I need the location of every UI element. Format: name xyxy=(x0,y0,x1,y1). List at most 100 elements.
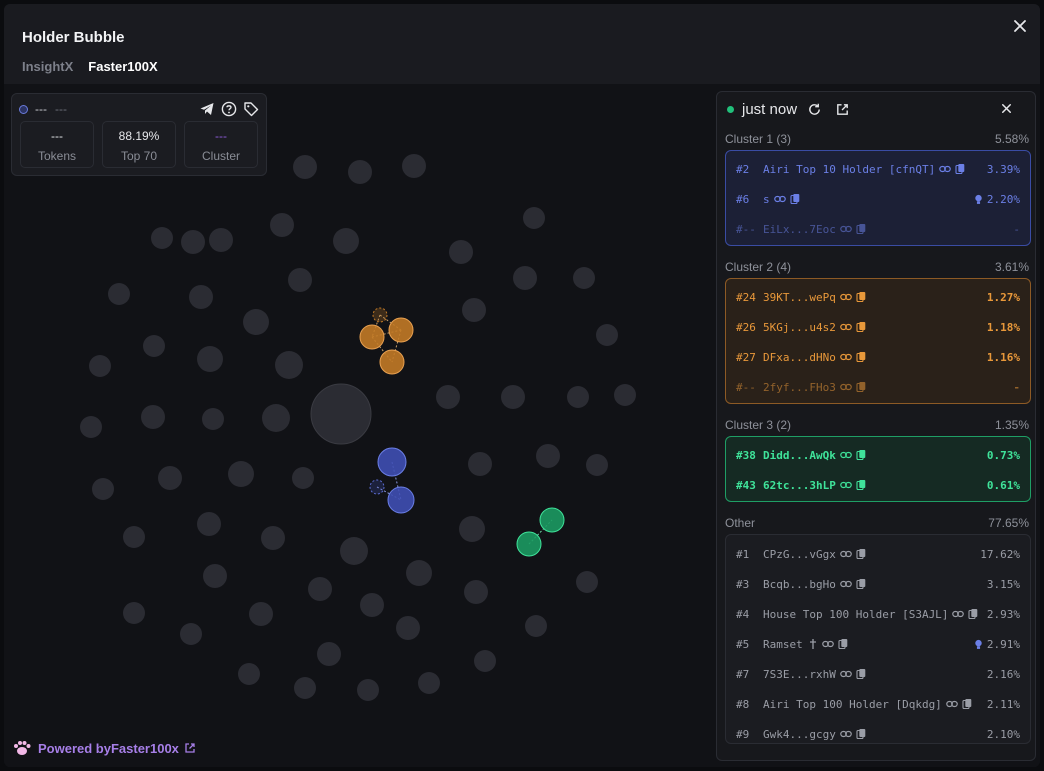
copy-icon[interactable] xyxy=(855,321,867,333)
holder-bubble[interactable] xyxy=(294,677,316,699)
link-icon[interactable] xyxy=(939,163,951,175)
tag-icon[interactable] xyxy=(243,101,259,117)
holder-bubble[interactable] xyxy=(270,213,294,237)
holder-bubble[interactable] xyxy=(288,268,312,292)
copy-icon[interactable] xyxy=(954,163,966,175)
holder-bubble[interactable] xyxy=(513,266,537,290)
cluster2-bubble[interactable] xyxy=(372,307,388,323)
holder-bubble[interactable] xyxy=(92,478,114,500)
close-icon[interactable] xyxy=(1010,16,1030,36)
holder-bubble[interactable] xyxy=(143,335,165,357)
tab-faster100x[interactable]: Faster100X xyxy=(88,59,157,74)
copy-icon[interactable] xyxy=(855,479,867,491)
help-icon[interactable] xyxy=(221,101,237,117)
holder-bubble[interactable] xyxy=(209,228,233,252)
open-external-icon[interactable] xyxy=(835,102,850,117)
holder-bubble[interactable] xyxy=(89,355,111,377)
cluster2-bubble[interactable] xyxy=(359,324,385,350)
holder-row[interactable]: #1 CPzG...vGgx 17.62% xyxy=(726,539,1030,569)
holder-row[interactable]: #3 Bcqb...bgHo 3.15% xyxy=(726,569,1030,599)
link-icon[interactable] xyxy=(821,638,834,650)
link-icon[interactable] xyxy=(840,728,852,740)
cluster1-bubble[interactable] xyxy=(387,486,415,514)
holder-bubble[interactable] xyxy=(459,516,485,542)
link-icon[interactable] xyxy=(840,351,852,363)
holder-bubble[interactable] xyxy=(181,230,205,254)
cluster3-bubble[interactable] xyxy=(516,531,542,557)
holder-bubble[interactable] xyxy=(123,526,145,548)
holder-bubble[interactable] xyxy=(501,385,525,409)
holder-row[interactable]: #9 Gwk4...gcgy 2.10% xyxy=(726,719,1030,749)
link-icon[interactable] xyxy=(840,668,852,680)
copy-icon[interactable] xyxy=(855,668,867,680)
holder-row[interactable]: #-- 2fyf...FHo3 - xyxy=(726,372,1030,402)
holder-bubble[interactable] xyxy=(418,672,440,694)
holder-bubble[interactable] xyxy=(357,679,379,701)
holder-bubble[interactable] xyxy=(189,285,213,309)
link-icon[interactable] xyxy=(840,223,852,235)
holder-bubble[interactable] xyxy=(317,642,341,666)
holder-bubble[interactable] xyxy=(436,385,460,409)
copy-icon[interactable] xyxy=(855,291,867,303)
copy-icon[interactable] xyxy=(789,193,801,205)
link-icon[interactable] xyxy=(840,449,852,461)
holder-bubble[interactable] xyxy=(197,512,221,536)
holder-row[interactable]: #4 House Top 100 Holder [S3AJL] 2.93% xyxy=(726,599,1030,629)
holder-bubble[interactable] xyxy=(348,160,372,184)
holder-bubble[interactable] xyxy=(202,408,224,430)
holder-bubble[interactable] xyxy=(402,154,426,178)
cluster3-bubble[interactable] xyxy=(539,507,565,533)
holder-row[interactable]: #-- EiLx...7Eoc - xyxy=(726,214,1030,244)
holder-bubble[interactable] xyxy=(468,452,492,476)
holder-row[interactable]: #24 39KT...wePq 1.27% xyxy=(726,282,1030,312)
holder-bubble[interactable] xyxy=(123,602,145,624)
holder-bubble[interactable] xyxy=(203,564,227,588)
holder-bubble[interactable] xyxy=(449,240,473,264)
holder-bubble[interactable] xyxy=(151,227,173,249)
link-icon[interactable] xyxy=(952,608,965,620)
link-icon[interactable] xyxy=(773,193,786,205)
holder-bubble[interactable] xyxy=(474,650,496,672)
link-icon[interactable] xyxy=(840,479,852,491)
holder-row[interactable]: #27 DFxa...dHNo 1.16% xyxy=(726,342,1030,372)
holder-bubble[interactable] xyxy=(180,623,202,645)
holder-bubble[interactable] xyxy=(396,616,420,640)
holder-bubble[interactable] xyxy=(586,454,608,476)
panel-close-icon[interactable] xyxy=(999,101,1014,116)
holder-bubble[interactable] xyxy=(525,615,547,637)
copy-icon[interactable] xyxy=(961,698,973,710)
holder-row[interactable]: #26 5KGj...u4s2 1.18% xyxy=(726,312,1030,342)
cluster1-bubble[interactable] xyxy=(369,479,385,495)
holder-bubble[interactable] xyxy=(614,384,636,406)
cluster2-bubble[interactable] xyxy=(379,349,405,375)
holder-row[interactable]: #2 Airi Top 10 Holder [cfnQT] 3.39% xyxy=(726,154,1030,184)
holder-bubble[interactable] xyxy=(275,351,303,379)
holder-bubble[interactable] xyxy=(536,444,560,468)
copy-icon[interactable] xyxy=(837,638,849,650)
copy-icon[interactable] xyxy=(855,223,867,235)
copy-icon[interactable] xyxy=(855,548,867,560)
holder-bubble[interactable] xyxy=(523,207,545,229)
copy-icon[interactable] xyxy=(967,608,979,620)
holder-bubble[interactable] xyxy=(228,461,254,487)
cluster2-bubble[interactable] xyxy=(388,317,414,343)
holder-bubble[interactable] xyxy=(360,593,384,617)
holder-bubble[interactable] xyxy=(596,324,618,346)
copy-icon[interactable] xyxy=(855,381,867,393)
holder-bubble[interactable] xyxy=(249,602,273,626)
holder-row[interactable]: #38 Didd...AwQk 0.73% xyxy=(726,440,1030,470)
holder-bubble[interactable] xyxy=(406,560,432,586)
holder-row[interactable]: #8 Airi Top 100 Holder [Dqkdg] 2.11% xyxy=(726,689,1030,719)
cluster1-bubble[interactable] xyxy=(377,447,407,477)
holder-bubble[interactable] xyxy=(567,386,589,408)
holder-bubble[interactable] xyxy=(141,405,165,429)
holder-bubble[interactable] xyxy=(308,577,332,601)
holder-bubble[interactable] xyxy=(238,663,260,685)
copy-icon[interactable] xyxy=(855,449,867,461)
holder-bubble[interactable] xyxy=(292,467,314,489)
holder-bubble[interactable] xyxy=(293,155,317,179)
copy-icon[interactable] xyxy=(855,351,867,363)
holder-bubble[interactable] xyxy=(573,267,595,289)
copy-icon[interactable] xyxy=(855,578,867,590)
holder-row[interactable]: #7 7S3E...rxhW 2.16% xyxy=(726,659,1030,689)
